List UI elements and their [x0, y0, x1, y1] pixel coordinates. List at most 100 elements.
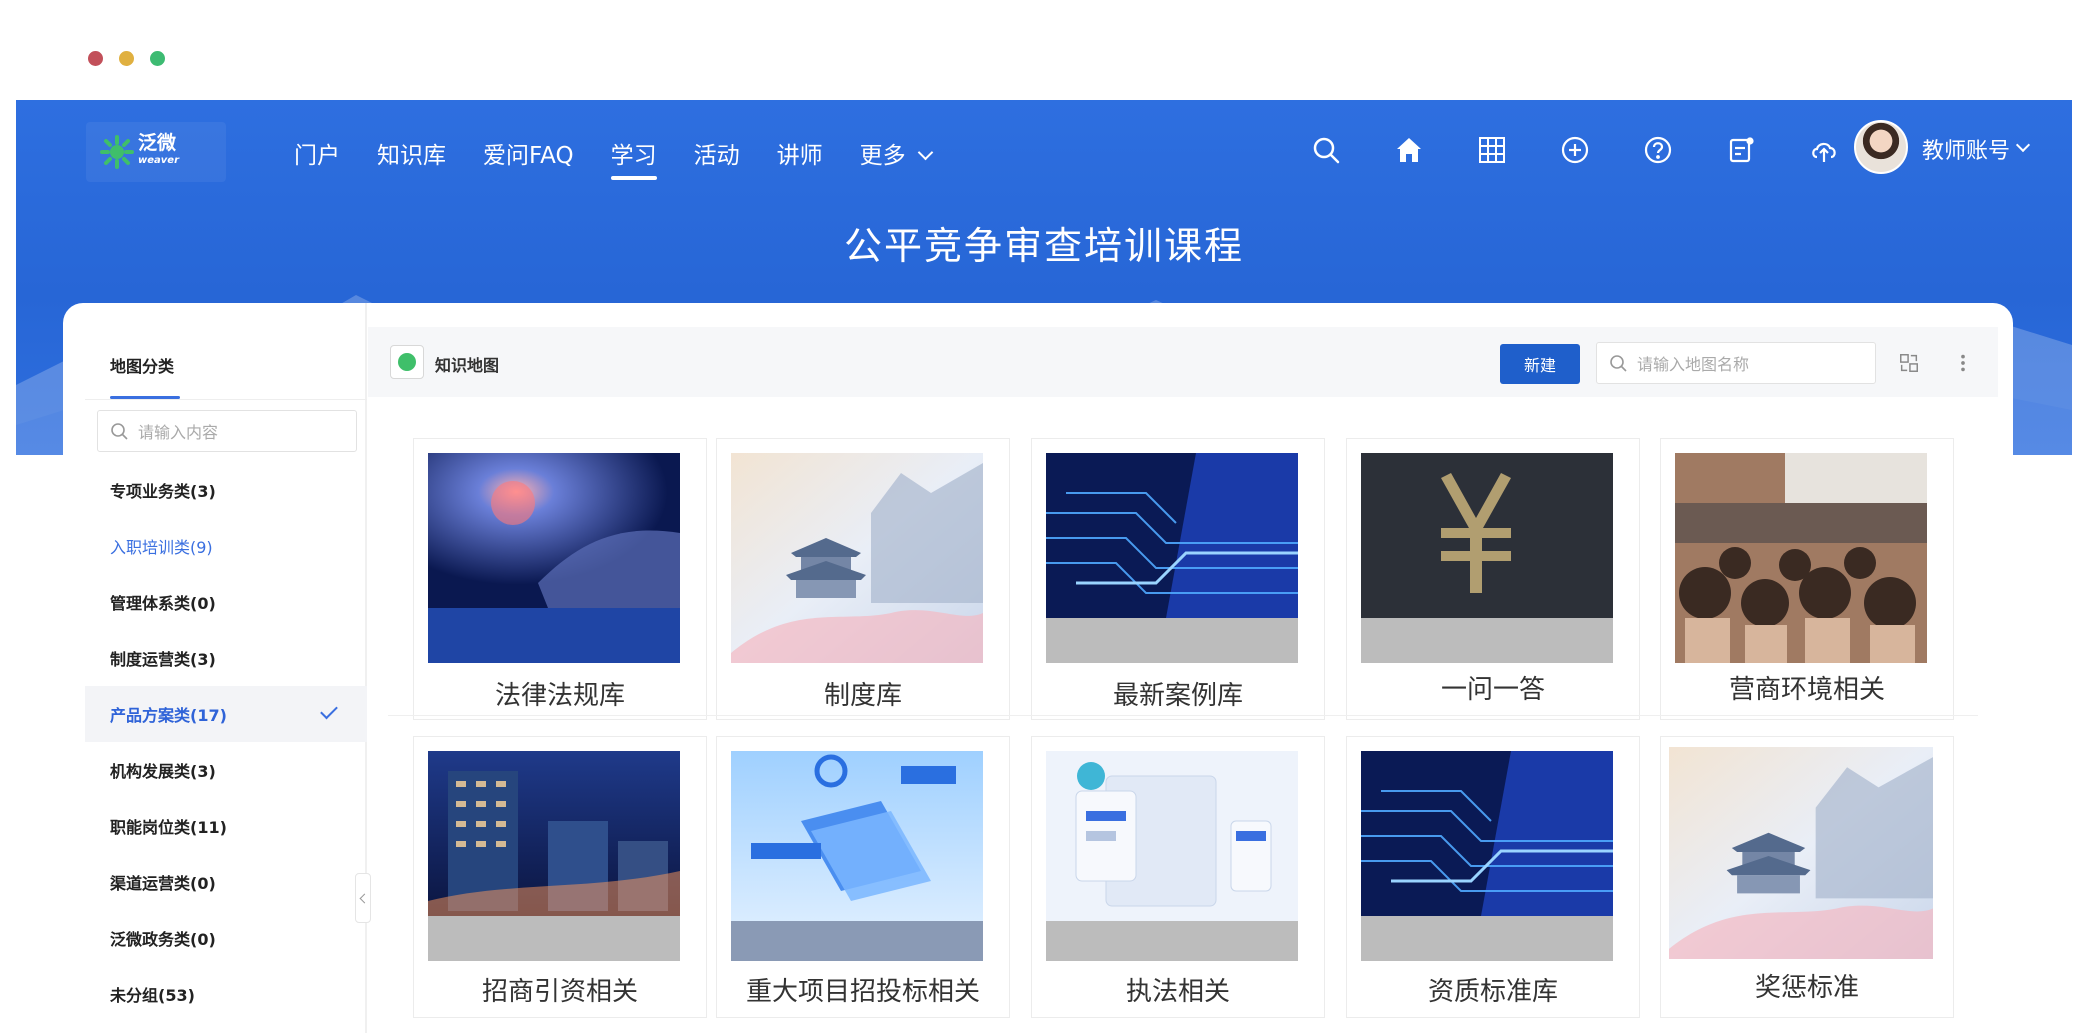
main-card: 地图分类 请输入内容 专项业务类(3) 入职培训类(9) 管理体系类(0) 制度… — [63, 303, 2013, 1033]
content-title: 知识地图 — [435, 356, 500, 375]
maximize-dot[interactable] — [150, 51, 165, 66]
map-tile[interactable]: 重大项目招投标相关 — [716, 736, 1010, 1018]
tile-label: 制度库 — [823, 681, 902, 711]
category-item[interactable]: 管理体系类(0) — [85, 574, 367, 630]
tile-image — [1046, 453, 1298, 663]
sidebar-collapse-handle[interactable] — [355, 873, 371, 923]
tile-image — [428, 751, 680, 961]
account-label: 教师账号 — [1922, 139, 2011, 164]
tile-label: 营商环境相关 — [1728, 675, 1885, 705]
search-icon — [1610, 355, 1627, 372]
category-item[interactable]: 泛微政务类(0) — [85, 910, 367, 966]
map-tile[interactable]: 最新案例库 — [1031, 438, 1325, 720]
new-button[interactable]: 新建 — [1500, 344, 1580, 384]
map-tile[interactable]: 招商引资相关 — [413, 736, 707, 1018]
nav-item-learning[interactable]: 学习 — [610, 130, 657, 180]
map-tile[interactable]: 执法相关 — [1031, 736, 1325, 1018]
category-item[interactable]: 制度运营类(3) — [85, 630, 367, 686]
account-menu[interactable]: 教师账号 — [1922, 133, 2031, 165]
grid-divider — [388, 715, 1978, 716]
nav-label: 爱问FAQ — [483, 143, 574, 169]
map-tile[interactable]: 奖惩标准 — [1660, 736, 1954, 1018]
tile-image — [1046, 751, 1298, 961]
grid-icon[interactable] — [1472, 130, 1512, 170]
main-nav: 门户 知识库 爱问FAQ 学习 活动 讲师 更多 — [294, 130, 968, 180]
nav-item-knowledge[interactable]: 知识库 — [377, 130, 446, 180]
logo-subtitle: weaver — [138, 155, 180, 166]
category-item-selected[interactable]: 产品方案类(17) — [85, 686, 367, 742]
tile-label: 法律法规库 — [494, 681, 625, 711]
map-tile[interactable]: 一问一答 — [1346, 438, 1640, 720]
tile-image — [1675, 453, 1927, 663]
nav-item-portal[interactable]: 门户 — [294, 130, 340, 180]
more-vertical-icon[interactable] — [1951, 351, 1975, 375]
tile-image — [1361, 751, 1613, 961]
notice-icon[interactable] — [1721, 130, 1761, 170]
page-title: 公平竞争审查培训课程 — [843, 224, 1244, 268]
nav-label: 学习 — [610, 143, 657, 169]
category-label: 专项业务类(3) — [110, 482, 216, 501]
category-item[interactable]: 渠道运营类(0) — [85, 854, 367, 910]
category-item[interactable]: 未分组(53) — [85, 966, 367, 1022]
map-search-input[interactable]: 请输入地图名称 — [1596, 342, 1876, 384]
category-item[interactable]: 职能岗位类(11) — [85, 798, 367, 854]
tile-image — [731, 453, 983, 663]
category-label: 渠道运营类(0) — [110, 874, 216, 893]
layout-switch-icon[interactable] — [1897, 351, 1921, 375]
tile-label: 奖惩标准 — [1754, 973, 1859, 1003]
sidebar-divider — [85, 399, 367, 400]
minimize-dot[interactable] — [119, 51, 134, 66]
category-sidebar: 地图分类 请输入内容 专项业务类(3) 入职培训类(9) 管理体系类(0) 制度… — [63, 303, 367, 1033]
category-label: 制度运营类(3) — [110, 650, 216, 669]
window-controls — [88, 51, 165, 66]
category-list: 专项业务类(3) 入职培训类(9) 管理体系类(0) 制度运营类(3) 产品方案… — [85, 462, 367, 1022]
search-icon[interactable] — [1306, 130, 1346, 170]
content-toolbar: 知识地图 新建 请输入地图名称 — [368, 327, 1998, 397]
nav-item-activity[interactable]: 活动 — [694, 130, 740, 180]
category-label: 机构发展类(3) — [110, 762, 216, 781]
nav-item-more[interactable]: 更多 — [859, 130, 933, 180]
check-icon — [320, 701, 338, 720]
nav-label: 活动 — [693, 143, 740, 169]
sidebar-title: 地图分类 — [110, 357, 175, 376]
map-tile[interactable]: 制度库 — [716, 438, 1010, 720]
map-tile[interactable]: 法律法规库 — [413, 438, 707, 720]
category-label: 未分组(53) — [110, 986, 195, 1005]
chevron-left-icon — [359, 893, 370, 903]
map-tile[interactable]: 营商环境相关 — [1660, 438, 1954, 720]
brand-logo[interactable]: 泛微 weaver — [86, 122, 226, 182]
tile-image — [731, 751, 983, 961]
tile-image — [1669, 747, 1933, 959]
cloud-upload-icon[interactable] — [1804, 130, 1844, 170]
nav-label: 更多 — [859, 143, 906, 169]
tile-label: 一问一答 — [1440, 675, 1545, 705]
tile-label: 执法相关 — [1125, 977, 1230, 1007]
category-label: 入职培训类(9) — [110, 538, 213, 557]
tile-label: 资质标准库 — [1427, 977, 1558, 1007]
page-root: 泛微 weaver 门户 知识库 爱问FAQ 学习 活动 讲师 更多 教师账号 … — [0, 0, 2086, 1033]
category-item[interactable]: 入职培训类(9) — [85, 518, 367, 574]
home-icon[interactable] — [1389, 130, 1429, 170]
nav-item-faq[interactable]: 爱问FAQ — [483, 130, 574, 180]
category-label: 管理体系类(0) — [110, 594, 216, 613]
category-search-input[interactable]: 请输入内容 — [97, 410, 357, 452]
add-circle-icon[interactable] — [1555, 130, 1595, 170]
tile-image — [428, 453, 680, 663]
nav-label: 讲师 — [776, 143, 823, 169]
nav-label: 门户 — [294, 143, 340, 169]
map-tile[interactable]: 资质标准库 — [1346, 736, 1640, 1018]
category-item[interactable]: 专项业务类(3) — [85, 462, 367, 518]
search-icon — [111, 423, 128, 440]
chevron-down-icon — [917, 144, 933, 161]
tile-image — [1361, 453, 1613, 663]
category-label: 职能岗位类(11) — [110, 818, 227, 837]
help-icon[interactable] — [1638, 130, 1678, 170]
avatar[interactable] — [1854, 120, 1908, 174]
close-dot[interactable] — [88, 51, 103, 66]
search-placeholder: 请输入内容 — [138, 423, 219, 442]
header-tools — [1306, 130, 1887, 170]
nav-item-lecturer[interactable]: 讲师 — [777, 130, 823, 180]
nav-label: 知识库 — [377, 143, 446, 169]
search-placeholder: 请输入地图名称 — [1637, 355, 1750, 374]
category-item[interactable]: 机构发展类(3) — [85, 742, 367, 798]
